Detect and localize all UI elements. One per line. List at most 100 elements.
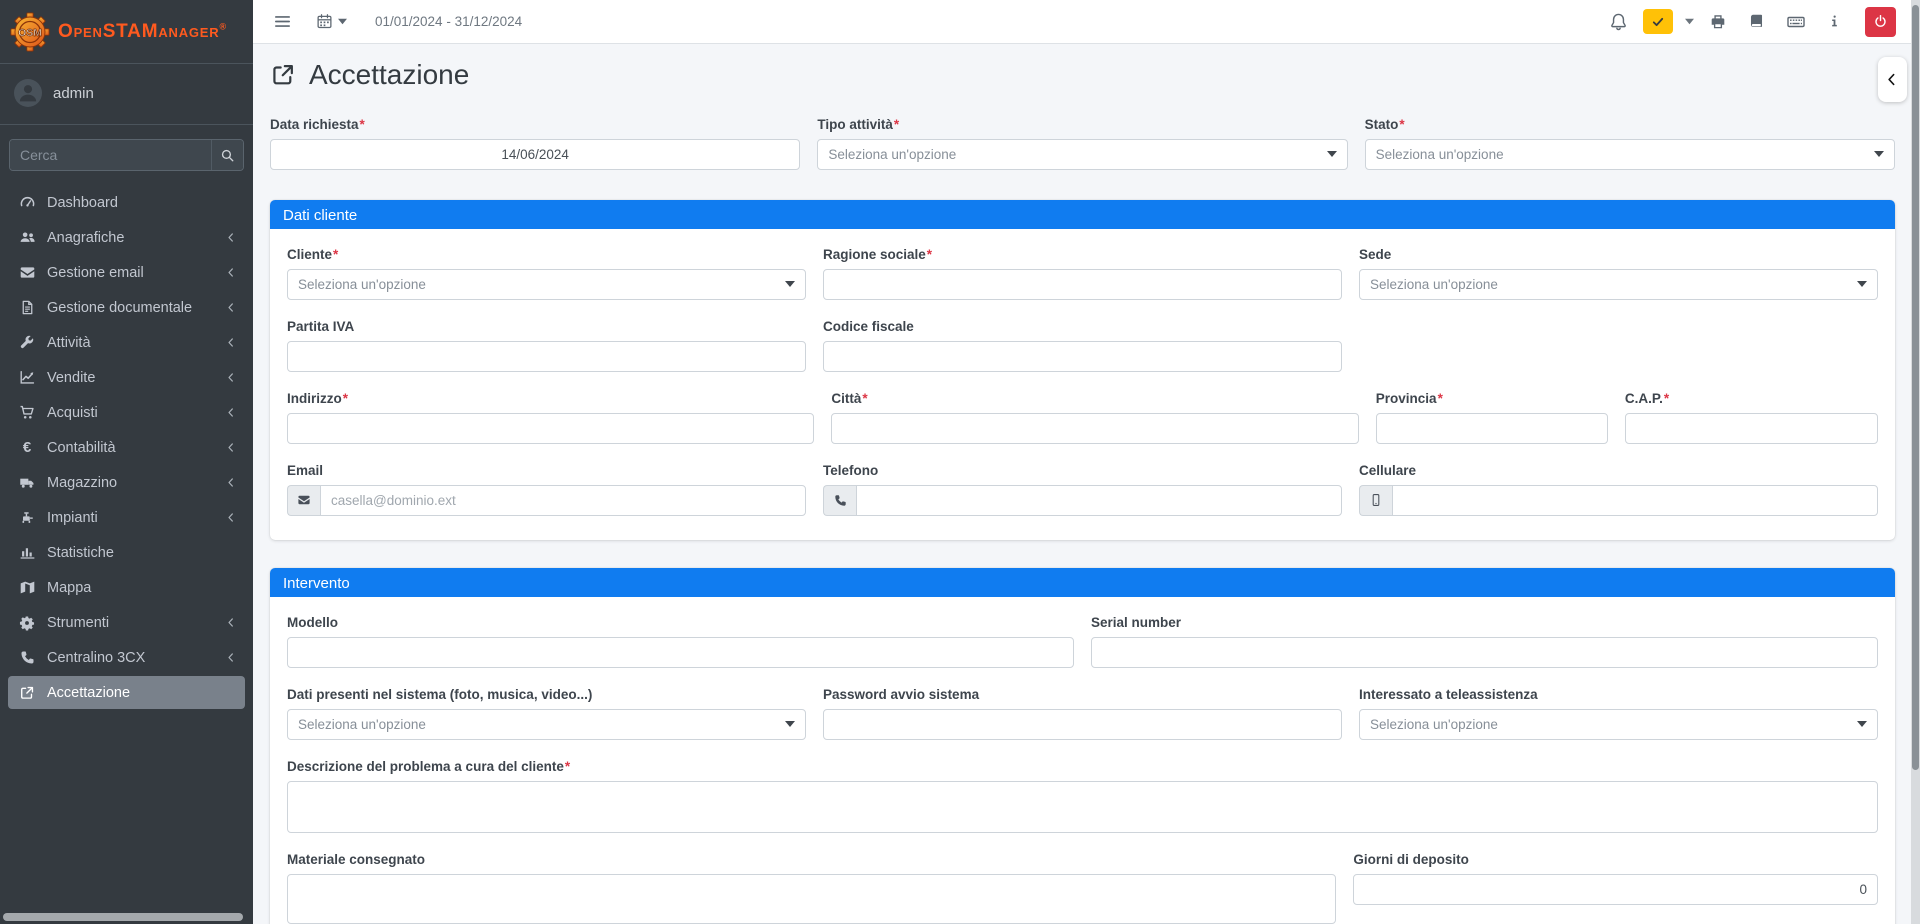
top-field-row: Data richiesta * Tipo attività* Seleziona…	[270, 117, 1895, 170]
citta-input[interactable]	[831, 413, 1358, 444]
field-label: Cliente*	[287, 247, 806, 262]
indirizzo-input[interactable]	[287, 413, 814, 444]
search-button[interactable]	[211, 140, 243, 170]
giorni-deposito-input[interactable]	[1353, 874, 1878, 905]
field-tipo-attivita: Tipo attività* Seleziona un'opzione	[817, 117, 1347, 170]
sidebar-item-centralino-3cx[interactable]: Centralino 3CX	[0, 640, 253, 675]
field-label: Dati presenti nel sistema (foto, musica,…	[287, 687, 806, 702]
field-label: Email	[287, 463, 806, 478]
search-input[interactable]	[10, 140, 211, 170]
provincia-input[interactable]	[1376, 413, 1608, 444]
field-label: Sede	[1359, 247, 1878, 262]
truck-icon	[16, 474, 38, 491]
notifications-button[interactable]	[1603, 7, 1634, 36]
field-label-text: Stato	[1365, 117, 1399, 132]
docs-button[interactable]	[1742, 8, 1771, 35]
row-modello: Modello Serial number	[287, 615, 1878, 668]
field-telefono: Telefono	[823, 463, 1342, 516]
dati-presenti-select[interactable]: Seleziona un'opzione	[287, 709, 806, 740]
sidebar-item-mappa[interactable]: Mappa	[0, 570, 253, 605]
envelope-icon	[287, 485, 320, 516]
shopping-cart-icon	[16, 404, 38, 421]
sidebar-item-vendite[interactable]: Vendite	[0, 360, 253, 395]
sidebar-item-statistiche[interactable]: Statistiche	[0, 535, 253, 570]
email-input[interactable]	[320, 485, 806, 516]
euro-icon: €	[16, 440, 38, 455]
sidebar-item-gestione-documentale[interactable]: Gestione documentale	[0, 290, 253, 325]
sidebar-item-strumenti[interactable]: Strumenti	[0, 605, 253, 640]
sidebar-item-gestione-email[interactable]: Gestione email	[0, 255, 253, 290]
materiale-consegnato-textarea[interactable]	[287, 874, 1336, 924]
vertical-scrollbar-thumb[interactable]	[1912, 5, 1919, 770]
required-marker: *	[894, 117, 899, 132]
sidebar-item-attivita[interactable]: Attività	[0, 325, 253, 360]
sidebar-item-label: Strumenti	[47, 615, 109, 631]
avatar[interactable]	[14, 79, 42, 107]
sidebar-item-label: Statistiche	[47, 545, 114, 561]
user-name[interactable]: admin	[53, 85, 94, 102]
date-range: 01/01/2024 - 31/12/2024	[375, 14, 522, 29]
sede-select[interactable]: Seleziona un'opzione	[1359, 269, 1878, 300]
email-input-group	[287, 485, 806, 516]
caret-down-icon	[785, 721, 795, 727]
tipo-attivita-select[interactable]: Seleziona un'opzione	[817, 139, 1347, 170]
shortcuts-button[interactable]	[1780, 7, 1812, 37]
sidebar-horizontal-scrollbar[interactable]	[3, 913, 243, 921]
calendar-dropdown-button[interactable]	[306, 7, 357, 36]
field-label-text: Serial number	[1091, 615, 1181, 630]
field-label-text: Data richiesta	[270, 117, 359, 132]
serial-number-input[interactable]	[1091, 637, 1878, 668]
sidebar-item-anagrafiche[interactable]: Anagrafiche	[0, 220, 253, 255]
sidebar-search	[9, 139, 244, 171]
required-marker: *	[333, 247, 338, 262]
field-label: Tipo attività*	[817, 117, 1347, 132]
vertical-scrollbar[interactable]	[1911, 0, 1920, 924]
main-column: 01/01/2024 - 31/12/2024 Accettazione Dat…	[253, 0, 1920, 924]
sidebar-item-label: Accettazione	[47, 685, 130, 701]
sidebar-item-magazzino[interactable]: Magazzino	[0, 465, 253, 500]
brand[interactable]: OSM OpenSTAManager®	[0, 0, 253, 64]
info-button[interactable]	[1821, 9, 1848, 34]
chevron-left-icon	[226, 267, 237, 278]
chevron-left-icon	[226, 477, 237, 488]
partita-iva-input[interactable]	[287, 341, 806, 372]
modello-input[interactable]	[287, 637, 1074, 668]
chevron-left-icon	[226, 407, 237, 418]
gear-icon	[16, 615, 38, 631]
cap-input[interactable]	[1625, 413, 1878, 444]
chevron-left-icon	[226, 617, 237, 628]
print-button[interactable]	[1703, 8, 1733, 36]
tasks-check-button[interactable]	[1643, 9, 1673, 34]
row-contatti: Email Telefono Cellu	[287, 463, 1878, 516]
cliente-select[interactable]: Seleziona un'opzione	[287, 269, 806, 300]
calendar-icon	[316, 13, 333, 30]
sidebar-toggle-button[interactable]	[263, 6, 302, 37]
field-label-text: Modello	[287, 615, 338, 630]
data-richiesta-input[interactable]	[270, 139, 800, 170]
sidebar-item-acquisti[interactable]: Acquisti	[0, 395, 253, 430]
cellulare-input[interactable]	[1392, 485, 1878, 516]
ragione-sociale-input[interactable]	[823, 269, 1342, 300]
required-marker: *	[862, 391, 867, 406]
telefono-input-group	[823, 485, 1342, 516]
logout-button[interactable]	[1865, 7, 1896, 37]
field-label-text: Cellulare	[1359, 463, 1416, 478]
field-label-text: Sede	[1359, 247, 1391, 262]
sidebar-item-dashboard[interactable]: Dashboard	[0, 185, 253, 220]
caret-down-icon[interactable]	[1685, 18, 1694, 25]
password-avvio-input[interactable]	[823, 709, 1342, 740]
sidebar-item-contabilita[interactable]: € Contabilità	[0, 430, 253, 465]
field-label-text: Ragione sociale	[823, 247, 926, 262]
stato-select[interactable]: Seleziona un'opzione	[1365, 139, 1895, 170]
sidebar-item-impianti[interactable]: Impianti	[0, 500, 253, 535]
codice-fiscale-input[interactable]	[823, 341, 1342, 372]
descrizione-problema-textarea[interactable]	[287, 781, 1878, 833]
sidebar-item-label: Gestione documentale	[47, 300, 192, 316]
sidebar-item-accettazione[interactable]: Accettazione	[8, 676, 245, 709]
field-email: Email	[287, 463, 806, 516]
telefono-input[interactable]	[856, 485, 1342, 516]
keyboard-icon	[1786, 12, 1806, 32]
sidebar-item-label: Contabilità	[47, 440, 116, 456]
collapse-panel-button[interactable]	[1878, 57, 1907, 102]
teleassistenza-select[interactable]: Seleziona un'opzione	[1359, 709, 1878, 740]
